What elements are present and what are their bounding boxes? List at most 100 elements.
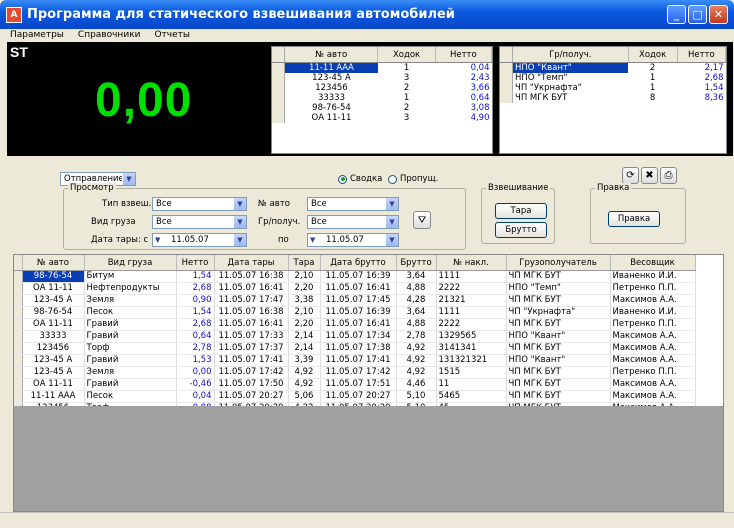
table-row[interactable]: 98-76-54 Песок 1,54 11.05.07 16:38 2,10 11.05… bbox=[14, 306, 696, 319]
window-title: Программа для статического взвешивания а… bbox=[27, 7, 455, 22]
col-net[interactable]: Нетто bbox=[176, 255, 215, 271]
trips-count: 1 bbox=[649, 83, 656, 93]
filter-icon[interactable]: ⛛ bbox=[413, 211, 431, 229]
gross-value: 4,92 bbox=[396, 342, 437, 355]
col-weigher[interactable]: Весовщик bbox=[610, 255, 696, 271]
close-button[interactable]: ✕ bbox=[709, 5, 728, 24]
col-auto[interactable]: № авто bbox=[22, 255, 85, 271]
gross-date: 11.05.07 16:39 bbox=[320, 306, 397, 319]
receiver-summary-row[interactable]: НПО "Квант" 2 2,17 bbox=[500, 62, 726, 73]
maximize-button[interactable]: □ bbox=[688, 5, 707, 24]
tare-date: 11.05.07 16:38 bbox=[214, 270, 289, 283]
tare-date-to[interactable]: ▼ 11.05.07 ▼ bbox=[307, 233, 399, 247]
gross-date: 11.05.07 16:41 bbox=[320, 282, 397, 295]
row-indicator bbox=[14, 342, 23, 355]
col-receiver[interactable]: Грузополучатель bbox=[506, 255, 611, 271]
col-gross[interactable]: Брутто bbox=[396, 255, 437, 271]
auto-select[interactable]: Все ▼ bbox=[307, 197, 399, 211]
cargo-select[interactable]: Все ▼ bbox=[152, 215, 247, 229]
receiver-name: ЧП МГК БУТ bbox=[506, 366, 611, 379]
table-row[interactable]: 123-45 А Земля 0,00 11.05.07 17:42 4,92 11.05… bbox=[14, 366, 696, 379]
tare-date: 11.05.07 17:42 bbox=[214, 366, 289, 379]
net-value: 2,78 bbox=[176, 342, 215, 355]
tare-button[interactable]: Тара bbox=[495, 203, 547, 219]
weigh-type-select[interactable]: Все ▼ bbox=[152, 197, 247, 211]
col-net[interactable]: Нетто bbox=[435, 47, 493, 63]
calendar-icon: ▼ bbox=[310, 236, 316, 244]
delete-icon[interactable]: ✖ bbox=[641, 167, 658, 184]
menu-directories[interactable]: Справочники bbox=[78, 29, 141, 42]
left-border bbox=[0, 42, 7, 512]
menu-reports[interactable]: Отчеты bbox=[154, 29, 190, 42]
tare-date-from[interactable]: ▼ 11.05.07 ▼ bbox=[152, 233, 247, 247]
gross-date: 11.05.07 17:45 bbox=[320, 294, 397, 307]
refresh-icon[interactable]: ⟳ bbox=[622, 167, 639, 184]
receiver-summary-row[interactable]: НПО "Темп" 1 2,68 bbox=[500, 73, 726, 83]
receiver-select[interactable]: Все ▼ bbox=[307, 215, 399, 229]
col-tare[interactable]: Тара bbox=[288, 255, 321, 271]
minimize-button[interactable]: _ bbox=[667, 5, 686, 24]
menu-params[interactable]: Параметры bbox=[10, 29, 64, 42]
row-indicator bbox=[14, 270, 23, 283]
table-row[interactable]: 123-45 А Гравий 1,53 11.05.07 17:41 3,39 11.0… bbox=[14, 354, 696, 367]
gross-value: 4,92 bbox=[396, 354, 437, 367]
auto-summary-row[interactable]: 123456 2 3,66 bbox=[272, 83, 492, 93]
receiver-name: НПО "Темп" bbox=[515, 73, 568, 83]
table-row[interactable]: ОА 11-11 Гравий -0,46 11.05.07 17:50 4,92 11.… bbox=[14, 378, 696, 391]
station-label: ST bbox=[10, 44, 28, 60]
row-indicator bbox=[500, 83, 513, 93]
row-indicator bbox=[14, 306, 23, 319]
table-row[interactable]: ОА 11-11 Нефтепродукты 2,68 11.05.07 16:41 2… bbox=[14, 282, 696, 295]
receiver-name: ЧП МГК БУТ bbox=[506, 270, 611, 283]
receiver-summary-row[interactable]: ЧП МГК БУТ 8 8,36 bbox=[500, 93, 726, 103]
radio-skipped[interactable]: Пропущ. bbox=[388, 174, 438, 184]
cargo-type: Нефтепродукты bbox=[84, 282, 177, 295]
cargo-type: Гравий bbox=[84, 378, 177, 391]
col-trips[interactable]: Ходок bbox=[377, 47, 436, 63]
receiver-name: ЧП "Укрнафта" bbox=[506, 306, 611, 319]
receiver-name: ЧП МГК БУТ bbox=[506, 318, 611, 331]
auto-number: ОА 11-11 bbox=[22, 282, 85, 295]
table-row[interactable]: 33333 Гравий 0,64 11.05.07 17:33 2,14 11.05.0… bbox=[14, 330, 696, 343]
col-receiver[interactable]: Гр/получ. bbox=[512, 47, 629, 63]
weigher-name: Петренко П.П. bbox=[610, 366, 696, 379]
table-row[interactable]: 11-11 ААА Песок 0,04 11.05.07 20:27 5,06 11.0… bbox=[14, 390, 696, 403]
tare-value: 5,06 bbox=[288, 390, 321, 403]
table-row[interactable]: 123-45 А Земля 0,90 11.05.07 17:47 3,38 11.05… bbox=[14, 294, 696, 307]
invoice-number: 1111 bbox=[436, 270, 507, 283]
edit-button[interactable]: Правка bbox=[608, 211, 660, 227]
net-value: 0,00 bbox=[176, 366, 215, 379]
weighing-group-title: Взвешивание bbox=[486, 183, 551, 193]
table-row[interactable]: ОА 11-11 Гравий 2,68 11.05.07 16:41 2,20 11.0… bbox=[14, 318, 696, 331]
invoice-number: 21321 bbox=[436, 294, 507, 307]
radio-summary[interactable]: Сводка bbox=[338, 174, 382, 184]
col-tare-date[interactable]: Дата тары bbox=[214, 255, 289, 271]
gross-date: 11.05.07 16:39 bbox=[320, 270, 397, 283]
col-gross-date[interactable]: Дата брутто bbox=[320, 255, 397, 271]
table-row[interactable]: 98-76-54 Битум 1,54 11.05.07 16:38 2,10 11.05… bbox=[14, 270, 696, 283]
col-net[interactable]: Нетто bbox=[677, 47, 727, 63]
auto-summary-row[interactable]: 123-45 А 3 2,43 bbox=[272, 73, 492, 83]
auto-label: № авто bbox=[258, 199, 290, 209]
auto-summary-row[interactable]: 33333 1 0,64 bbox=[272, 93, 492, 103]
tare-date: 11.05.07 17:41 bbox=[214, 354, 289, 367]
app-icon: А bbox=[6, 6, 22, 23]
auto-summary-row[interactable]: 98-76-54 2 3,08 bbox=[272, 103, 492, 113]
receiver-summary-row[interactable]: ЧП "Укрнафта" 1 1,54 bbox=[500, 83, 726, 93]
gross-button[interactable]: Брутто bbox=[495, 222, 547, 238]
net-value: 2,68 bbox=[176, 318, 215, 331]
title-bar: А Программа для статического взвешивания… bbox=[0, 0, 734, 29]
col-auto[interactable]: № авто bbox=[284, 47, 379, 63]
print-icon[interactable]: ⎙ bbox=[660, 167, 677, 184]
auto-summary-row[interactable]: 11-11 ААА 1 0,04 bbox=[272, 62, 492, 73]
tare-date: 11.05.07 17:37 bbox=[214, 342, 289, 355]
col-invoice[interactable]: № накл. bbox=[436, 255, 507, 271]
cargo-type: Битум bbox=[84, 270, 177, 283]
auto-summary-row[interactable]: ОА 11-11 3 4,90 bbox=[272, 113, 492, 123]
gross-date: 11.05.07 17:42 bbox=[320, 366, 397, 379]
col-trips[interactable]: Ходок bbox=[628, 47, 678, 63]
net-value: 2,43 bbox=[470, 73, 490, 83]
weigher-name: Максимов А.А. bbox=[610, 342, 696, 355]
col-cargo[interactable]: Вид груза bbox=[84, 255, 177, 271]
table-row[interactable]: 123456 Торф 2,78 11.05.07 17:37 2,14 11.05.07… bbox=[14, 342, 696, 355]
